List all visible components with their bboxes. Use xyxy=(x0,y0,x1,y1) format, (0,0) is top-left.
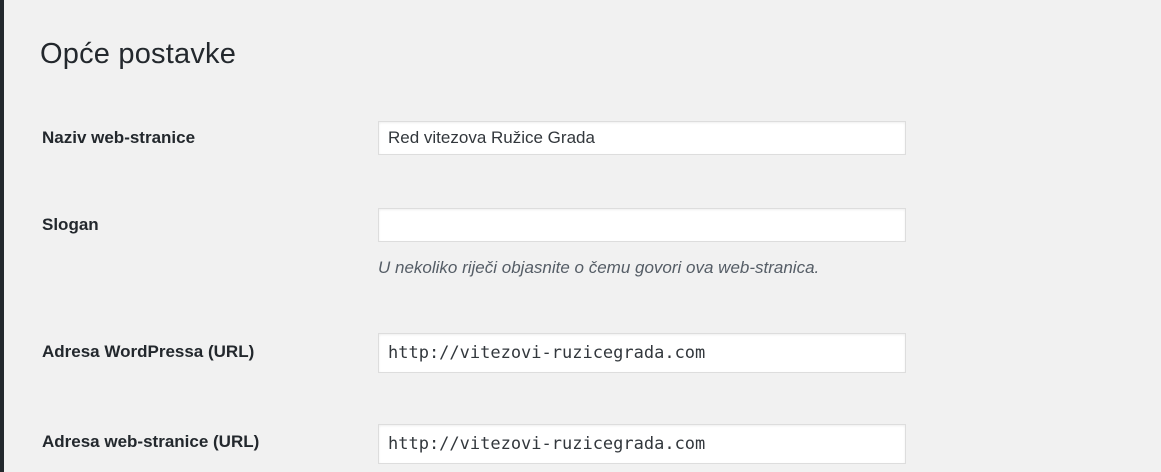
page-title: Opće postavke xyxy=(40,38,237,70)
tagline-description: U nekoliko riječi objasnite o čemu govor… xyxy=(378,258,820,277)
site-address-input[interactable] xyxy=(378,424,906,464)
site-title-label: Naziv web-stranice xyxy=(42,128,196,147)
site-title-input[interactable] xyxy=(378,121,906,155)
site-address-label: Adresa web-stranice (URL) xyxy=(42,432,260,451)
wordpress-address-label: Adresa WordPressa (URL) xyxy=(42,342,255,361)
wordpress-address-input[interactable] xyxy=(378,333,906,373)
tagline-input[interactable] xyxy=(378,208,906,242)
general-settings-panel: Opće postavke Naziv web-stranice Slogan … xyxy=(4,0,1161,472)
tagline-label: Slogan xyxy=(42,215,99,234)
